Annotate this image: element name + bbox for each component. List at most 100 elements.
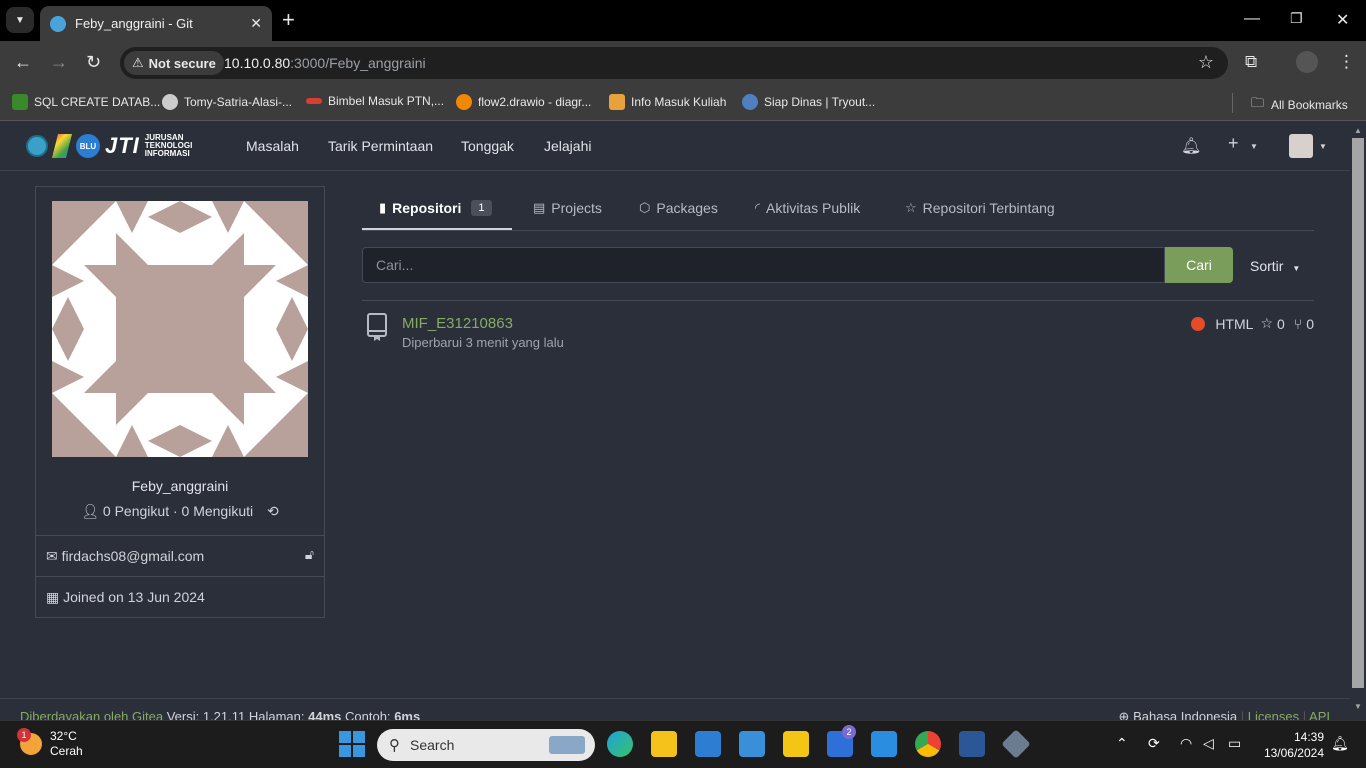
notification-bell-icon[interactable]: 🔔︎: [1331, 735, 1349, 752]
repo-book-icon: [367, 313, 387, 341]
microsoft-store-icon[interactable]: [695, 731, 721, 757]
weather-widget[interactable]: 1 32°C Cerah: [17, 728, 83, 759]
new-tab-icon[interactable]: +: [282, 9, 295, 31]
chevron-up-icon[interactable]: ⌃: [1116, 735, 1128, 752]
user-avatar[interactable]: [1289, 134, 1313, 158]
drawio-icon: [456, 94, 472, 110]
file-explorer-icon[interactable]: [651, 731, 677, 757]
nav-milestones[interactable]: Tonggak: [461, 138, 514, 154]
restore-icon[interactable]: ❐: [1290, 10, 1303, 27]
repo-list: MIF_E31210863 Diperbarui 3 menit yang la…: [362, 300, 1314, 361]
extensions-puzzle-icon[interactable]: ⧉: [1245, 52, 1257, 72]
gitea-favicon-icon: [50, 15, 66, 32]
search-highlight-icon: [549, 736, 585, 754]
nav-explore[interactable]: Jelajahi: [544, 138, 591, 154]
profile-username: Feby_anggraini: [131, 478, 229, 494]
battery-icon[interactable]: ▭: [1228, 735, 1241, 752]
repo-forks[interactable]: 0: [1306, 316, 1314, 332]
bookmark-item[interactable]: Bimbel Masuk PTN,...: [306, 94, 444, 108]
git-app-icon[interactable]: [1001, 729, 1031, 759]
tab-projects[interactable]: ▤ Projects: [533, 200, 602, 216]
unlock-icon[interactable]: 🔓︎: [305, 546, 314, 563]
fork-icon[interactable]: ⑂: [1294, 316, 1302, 332]
profile-email[interactable]: firdachs08@gmail.com: [62, 548, 205, 564]
system-clock[interactable]: 14:39 13/06/2024: [1256, 729, 1324, 761]
tab-packages[interactable]: ⬡ Packages: [639, 200, 718, 216]
sync-icon[interactable]: ⟳: [1148, 735, 1160, 752]
bookmarks-divider: [1232, 93, 1233, 113]
repo-count-badge: 1: [471, 200, 492, 216]
wifi-icon[interactable]: ◠: [1180, 735, 1192, 752]
security-chip[interactable]: ⚠ Not secure: [124, 51, 224, 75]
taskbar-search[interactable]: ⚲ Search: [377, 729, 595, 761]
sun-icon: 1: [17, 728, 42, 755]
bookmark-item[interactable]: Tomy-Satria-Alasi-...: [162, 94, 292, 110]
reload-icon[interactable]: ↻: [86, 52, 101, 73]
rss-icon: ◜: [755, 200, 761, 215]
repo-updated-time: Diperbarui 3 menit yang lalu: [402, 335, 564, 350]
star-icon[interactable]: ☆: [1260, 315, 1273, 332]
bookmark-item[interactable]: Siap Dinas | Tryout...: [742, 94, 875, 110]
browser-tab-active[interactable]: Feby_anggraini - Git ✕: [40, 6, 272, 41]
forward-arrow-icon[interactable]: →: [50, 52, 68, 73]
repo-stars[interactable]: 0: [1277, 316, 1285, 332]
caret-down-icon[interactable]: ▼: [1319, 142, 1327, 151]
weather-badge: 1: [17, 728, 31, 742]
taskbar-search-label: Search: [410, 737, 455, 753]
chevron-down-icon: ▼: [15, 14, 25, 26]
profile-avatar-icon[interactable]: [1296, 51, 1318, 73]
language-color-dot: [1191, 316, 1206, 331]
sticky-notes-icon[interactable]: [783, 731, 809, 757]
windows-start-icon[interactable]: [339, 731, 365, 757]
caret-down-icon[interactable]: ▼: [1250, 142, 1258, 151]
sort-dropdown[interactable]: Sortir ▼: [1250, 258, 1300, 274]
nav-issues[interactable]: Masalah: [246, 138, 299, 154]
close-icon[interactable]: ✕: [250, 15, 262, 32]
vscode-icon[interactable]: [871, 731, 897, 757]
rss-feed-icon[interactable]: ⟲: [267, 503, 279, 519]
minimize-icon[interactable]: —: [1244, 10, 1260, 28]
site-logo[interactable]: BLU JTI JURUSAN TEKNOLOGI INFORMASI: [26, 133, 192, 159]
todo-icon[interactable]: 2: [827, 725, 856, 757]
clock-date: 13/06/2024: [1263, 746, 1324, 760]
repo-name-link[interactable]: MIF_E31210863: [402, 315, 513, 332]
bookmark-star-icon[interactable]: ☆: [1198, 52, 1214, 73]
jti-logo-subtitle: JURUSAN TEKNOLOGI INFORMASI: [145, 134, 193, 158]
window-close-icon[interactable]: ✕: [1336, 10, 1349, 30]
page-scrollbar[interactable]: ▲ ▼: [1350, 122, 1366, 720]
bookmark-item[interactable]: SQL CREATE DATAB...: [12, 94, 160, 110]
word-icon[interactable]: [959, 731, 985, 757]
repo-search-input[interactable]: [362, 247, 1165, 283]
scroll-up-icon[interactable]: ▲: [1354, 126, 1362, 135]
address-bar[interactable]: ⚠ Not secure 10.10.0.80:3000/Feby_anggra…: [120, 47, 1228, 79]
kebab-menu-icon[interactable]: ⋮: [1338, 52, 1355, 72]
mail-app-icon[interactable]: [739, 731, 765, 757]
repo-language: HTML: [1215, 315, 1254, 332]
scroll-thumb[interactable]: [1352, 138, 1364, 688]
back-arrow-icon[interactable]: ←: [14, 52, 32, 73]
plus-icon[interactable]: +: [1228, 133, 1239, 154]
nav-pull-requests[interactable]: Tarik Permintaan: [328, 138, 433, 154]
bookmark-favicon-icon: [742, 94, 758, 110]
volume-icon[interactable]: ◁: [1203, 735, 1214, 752]
edge-icon[interactable]: [607, 731, 633, 757]
jti-logo-text: JTI: [105, 133, 140, 158]
scroll-down-icon[interactable]: ▼: [1354, 702, 1362, 711]
bookmark-item[interactable]: flow2.drawio - diagr...: [456, 94, 591, 110]
warning-triangle-icon: ⚠: [132, 55, 144, 70]
search-button[interactable]: Cari: [1165, 247, 1233, 283]
all-bookmarks[interactable]: 🗀 All Bookmarks: [1251, 94, 1348, 116]
follow-stats[interactable]: 👤︎ 0 Pengikut · 0 Mengikuti ⟲: [36, 503, 324, 520]
bookmark-label: SQL CREATE DATAB...: [34, 95, 161, 109]
url-text: 10.10.0.80:3000/Feby_anggraini: [224, 55, 426, 71]
tab-search-button[interactable]: ▼: [6, 7, 34, 33]
profile-joined-row: ▦ Joined on 13 Jun 2024: [36, 576, 324, 617]
bookmark-item[interactable]: Info Masuk Kuliah: [609, 94, 726, 110]
wordpress-icon: [162, 94, 178, 110]
bell-icon[interactable]: 🔔︎: [1181, 136, 1201, 156]
tab-public-activity[interactable]: ◜ Aktivitas Publik: [755, 200, 860, 216]
tab-starred-repos[interactable]: ☆ Repositori Terbintang: [905, 200, 1055, 216]
follow-counts[interactable]: 0 Pengikut · 0 Mengikuti: [103, 503, 253, 519]
tab-repositories[interactable]: ▮ Repositori 1: [379, 200, 492, 216]
chrome-icon[interactable]: [915, 731, 941, 757]
